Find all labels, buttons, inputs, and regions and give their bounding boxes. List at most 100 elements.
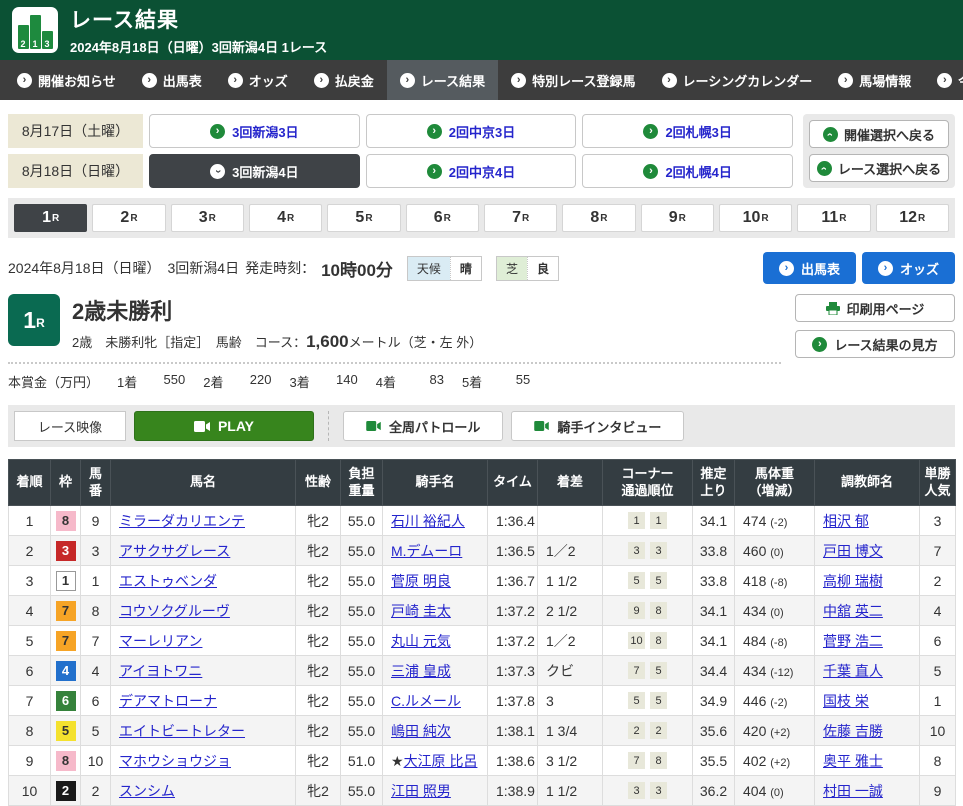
nav-item-3[interactable]: ›オッズ (215, 60, 301, 100)
corner-position-box: 2 (628, 722, 645, 739)
meeting-day-button[interactable]: ›3回新潟4日 (149, 154, 360, 188)
jockey-name-link[interactable]: 戸崎 圭太 (391, 603, 451, 619)
meeting-day-button[interactable]: ›2回札幌4日 (582, 154, 793, 188)
body-weight-cell: 434 (-12) (735, 656, 815, 686)
race-tab-1r[interactable]: 1R (14, 204, 87, 232)
results-body: 189ミラーダカリエンテ牝255.0石川 裕紀人1:36.41134.1474 … (9, 506, 956, 806)
race-tab-7r[interactable]: 7R (484, 204, 557, 232)
jockey-name-link[interactable]: 嶋田 純次 (391, 723, 451, 739)
jockey-name-link[interactable]: 石川 裕紀人 (391, 513, 465, 529)
column-header: 着差 (538, 460, 603, 506)
horse-name-link[interactable]: デアマトローナ (119, 693, 217, 709)
trainer-name-link[interactable]: 佐藤 吉勝 (823, 723, 883, 739)
meeting-day-label: 2回札幌4日 (665, 162, 731, 181)
nav-item-6[interactable]: ›特別レース登録馬 (498, 60, 648, 100)
corner-position-box: 5 (650, 662, 667, 679)
meeting-day-button[interactable]: ›3回新潟3日 (149, 114, 360, 148)
jockey-interview-button[interactable]: 騎手インタビュー (511, 411, 684, 441)
jockey-name-link[interactable]: M.デムーロ (391, 543, 462, 559)
trainer-name-link[interactable]: 菅野 浩二 (823, 633, 883, 649)
nav-item-9[interactable]: ›今週の注目レース (924, 60, 963, 100)
race-tab-12r[interactable]: 12R (876, 204, 949, 232)
corner-positions-cell: 11 (603, 506, 693, 536)
win-popularity: 3 (920, 506, 956, 536)
corner-positions-cell: 22 (603, 716, 693, 746)
race-tab-9r[interactable]: 9R (641, 204, 714, 232)
nav-item-8[interactable]: ›馬場情報 (825, 60, 924, 100)
patrol-video-button[interactable]: 全周パトロール (343, 411, 503, 441)
trainer-name-link[interactable]: 相沢 郁 (823, 513, 869, 529)
jockey-name-link[interactable]: 菅原 明良 (391, 573, 451, 589)
column-header: 馬体重 （増減） (735, 460, 815, 506)
horse-name-link[interactable]: スンシム (119, 783, 175, 799)
nav-item-4[interactable]: ›払戻金 (301, 60, 387, 100)
return-button-label: レース選択へ戻る (838, 159, 941, 178)
race-tab-3r[interactable]: 3R (171, 204, 244, 232)
frame-cell: 2 (51, 776, 81, 806)
trainer-name-link[interactable]: 国枝 栄 (823, 693, 869, 709)
results-guide-button[interactable]: ›レース結果の見方 (795, 330, 955, 358)
back-to-meeting-button[interactable]: ›開催選択へ戻る (809, 120, 949, 148)
trainer-name-link[interactable]: 中舘 英二 (823, 603, 883, 619)
meeting-day-button[interactable]: ›2回中京3日 (366, 114, 577, 148)
nav-item-1[interactable]: ›開催お知らせ (4, 60, 129, 100)
horse-name-link[interactable]: マーレリアン (119, 633, 202, 649)
horse-name-link[interactable]: アイヨトワニ (119, 663, 202, 679)
prize-place: 3着 (289, 372, 309, 391)
nav-item-5[interactable]: ›レース結果 (387, 60, 498, 100)
trainer-name-link[interactable]: 戸田 博文 (823, 543, 883, 559)
horse-name-link[interactable]: エストゥベンダ (119, 573, 217, 589)
finish-position: 8 (9, 716, 51, 746)
race-tab-5r[interactable]: 5R (327, 204, 400, 232)
trainer-name-link[interactable]: 高柳 瑞樹 (823, 573, 883, 589)
horse-name-link[interactable]: エイトビートレター (119, 723, 245, 739)
jockey-name-link[interactable]: 丸山 元気 (391, 633, 451, 649)
meeting-day-button[interactable]: ›2回中京4日 (366, 154, 577, 188)
horse-name-link[interactable]: マホウショウジョ (119, 753, 231, 769)
horse-name-link[interactable]: コウソクグルーヴ (119, 603, 230, 619)
nav-item-2[interactable]: ›出馬表 (129, 60, 215, 100)
corner-position-box: 5 (628, 692, 645, 709)
nav-item-7[interactable]: ›レーシングカレンダー (649, 60, 826, 100)
race-tab-4r[interactable]: 4R (249, 204, 322, 232)
apprentice-star: ★ (391, 753, 404, 769)
corner-position-box: 2 (650, 722, 667, 739)
trainer-name-link[interactable]: 千葉 直人 (823, 663, 883, 679)
jockey-name-link[interactable]: 大江原 比呂 (404, 753, 478, 769)
race-tab-10r[interactable]: 10R (719, 204, 792, 232)
meeting-day-label: 2回札幌3日 (665, 122, 731, 141)
corner-positions-cell: 78 (603, 746, 693, 776)
odds-button[interactable]: ›オッズ (862, 252, 955, 284)
jockey-name-link[interactable]: 江田 照男 (391, 783, 451, 799)
horse-name-link[interactable]: ミラーダカリエンテ (119, 513, 245, 529)
print-page-button[interactable]: 印刷用ページ (795, 294, 955, 322)
corner-positions: 98 (607, 602, 688, 619)
trainer-name-link[interactable]: 奥平 雅士 (823, 753, 883, 769)
corner-positions: 108 (607, 632, 688, 649)
race-tab-2r[interactable]: 2R (92, 204, 165, 232)
entry-table-button[interactable]: ›出馬表 (763, 252, 856, 284)
race-tab-8r[interactable]: 8R (562, 204, 635, 232)
back-to-race-select-button[interactable]: ›レース選択へ戻る (809, 154, 949, 182)
frame-number-badge: 7 (56, 601, 76, 621)
corner-positions: 75 (607, 662, 688, 679)
chevron-right-icon: › (17, 73, 32, 88)
side-button-label: 印刷用ページ (847, 299, 925, 318)
prize-amount: 220 (237, 372, 271, 391)
chevron-right-icon: › (400, 73, 415, 88)
race-tab-6r[interactable]: 6R (406, 204, 479, 232)
jockey-name-link[interactable]: C.ルメール (391, 693, 461, 709)
horse-name-link[interactable]: アサクサグレース (119, 543, 230, 559)
trainer-name-link[interactable]: 村田 一誠 (823, 783, 883, 799)
prize-item: 5着55 (462, 372, 530, 391)
finish-time: 1:37.2 (488, 626, 538, 656)
jockey-name-link[interactable]: 三浦 皇成 (391, 663, 451, 679)
race-tab-number: 7 (512, 209, 521, 227)
sex-age: 牝2 (296, 686, 341, 716)
play-button[interactable]: PLAY (134, 411, 314, 441)
race-tab-11r[interactable]: 11R (797, 204, 870, 232)
meeting-day-button[interactable]: ›2回札幌3日 (582, 114, 793, 148)
body-weight-change: (-2) (770, 517, 787, 529)
body-weight-change: (0) (770, 607, 783, 619)
prize-item: 1着550 (117, 372, 185, 391)
